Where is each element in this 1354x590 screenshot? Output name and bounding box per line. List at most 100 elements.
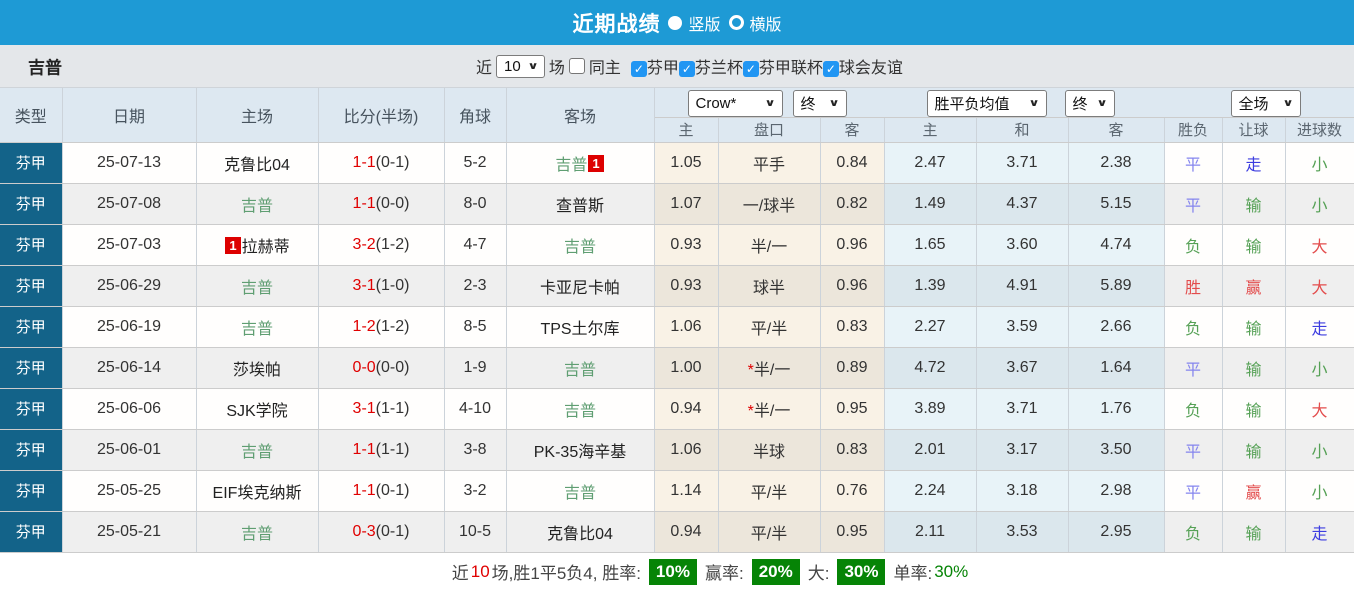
team-label: 吉普: [240, 320, 273, 338]
panel-title: 近期战绩: [572, 12, 661, 36]
cell-away-team: 吉普: [506, 470, 655, 512]
odds-time-select[interactable]: 终 ∨: [792, 90, 847, 116]
cell-date: 25-05-21: [62, 511, 197, 553]
subheader-result: 胜负: [1164, 117, 1223, 143]
cell-goals-result: 小: [1285, 470, 1354, 512]
team-label: 卡亚尼卡帕: [539, 279, 620, 297]
cell-date: 25-07-08: [62, 183, 197, 225]
cell-odds-away: 0.83: [820, 429, 885, 471]
cell-away-team: 克鲁比04: [506, 511, 655, 553]
halftime-score: (1-2): [375, 317, 410, 335]
subheader-avg-draw: 和: [976, 117, 1069, 143]
cell-avg-draw: 3.60: [976, 224, 1069, 266]
cell-score: 1-2(1-2): [318, 306, 445, 348]
radio-selected-icon[interactable]: [668, 15, 683, 30]
cell-odds-away: 0.96: [820, 265, 885, 307]
cell-odds-away: 0.95: [820, 388, 885, 430]
fulltime-score: 3-1: [352, 399, 376, 417]
halftime-score: (1-2): [375, 235, 410, 253]
percentage-badge: 30%: [837, 558, 886, 585]
layout-radio-vertical[interactable]: 竖版: [668, 11, 721, 35]
avg-odds-select[interactable]: 胜平负均值 ∨: [926, 90, 1047, 116]
table-row: 芬甲 25-07-03 1 拉赫蒂 3-2(1-2) 4-7 吉普 0.93 半/一 0.96 1.…: [0, 224, 1354, 266]
team-label: 拉赫蒂: [241, 238, 290, 256]
cell-goals-result: 大: [1285, 388, 1354, 430]
team-label: TPS土尔库: [540, 320, 620, 338]
summary-text: 近: [451, 564, 469, 583]
summary-text: 场,胜1平5负4, 胜率:: [491, 564, 641, 583]
cell-handicap-result: 输: [1222, 306, 1286, 348]
cell-date: 25-06-29: [62, 265, 197, 307]
cell-avg-win: 3.89: [884, 388, 977, 430]
games-label: 场: [548, 60, 565, 77]
cell-corners: 3-8: [444, 429, 507, 471]
cell-handicap-result: 走: [1222, 142, 1286, 184]
cell-goals-result: 大: [1285, 224, 1354, 266]
cell-away-team: 吉普: [506, 388, 655, 430]
cell-result: 平: [1164, 470, 1223, 512]
cell-odds-home: 1.00: [654, 347, 719, 389]
team-label: 克鲁比04: [547, 525, 613, 543]
star-mark: *: [747, 361, 754, 379]
cell-goals-result: 小: [1285, 183, 1354, 225]
near-label: 近: [476, 60, 493, 77]
table-row: 芬甲 25-05-21 吉普 0-3(0-1) 10-5 克鲁比04 0.94 平/半 0.95…: [0, 511, 1354, 553]
chevron-down-icon: ∨: [1096, 98, 1109, 109]
cell-goals-result: 走: [1285, 511, 1354, 553]
halftime-score: (0-1): [375, 522, 410, 540]
team-label: 克鲁比04: [224, 156, 290, 174]
cell-avg-draw: 3.53: [976, 511, 1069, 553]
cell-result: 负: [1164, 224, 1223, 266]
cell-date: 25-07-13: [62, 142, 197, 184]
bookmaker-select[interactable]: Crow* ∨: [687, 90, 783, 116]
layout-radio-horizontal[interactable]: 横版: [728, 11, 782, 35]
radio-unselected-icon[interactable]: [728, 15, 744, 30]
cell-odds-away: 0.82: [820, 183, 885, 225]
header-selects-cell: Crow* ∨ 终 ∨ 胜平负均值 ∨ 终 ∨ 全场 ∨: [654, 88, 1354, 118]
cell-avg-draw: 3.71: [976, 142, 1069, 184]
cell-handicap-result: 输: [1222, 511, 1286, 553]
cell-avg-win: 2.11: [884, 511, 977, 553]
cell-corners: 5-2: [444, 142, 507, 184]
cell-handicap-result: 输: [1222, 183, 1286, 225]
table-row: 芬甲 25-06-01 吉普 1-1(1-1) 3-8 PK-35海辛基 1.06 半球 0.8…: [0, 429, 1354, 471]
fulltime-score: 1-2: [352, 317, 376, 335]
cell-avg-win: 2.24: [884, 470, 977, 512]
cell-score: 1-1(1-1): [318, 429, 445, 471]
cell-handicap-result: 赢: [1222, 470, 1286, 512]
avg-time-select[interactable]: 终 ∨: [1064, 90, 1115, 116]
league-checkbox[interactable]: ✓: [630, 61, 647, 77]
chevron-down-icon: ∨: [527, 60, 539, 72]
table-header-row: 类型 日期 主场 比分(半场) 角球 客场 Crow* ∨ 终 ∨ 胜平负均值 ∨: [0, 88, 1354, 143]
summary-footer: 近 10 场,胜1平5负4, 胜率: 10% 赢率: 20% 大: 30% 单率: 30%: [0, 552, 1354, 590]
table-row: 芬甲 25-07-13 克鲁比04 1-1(0-1) 5-2 吉普 1 1.05 平手 0.84 2…: [0, 142, 1354, 184]
league-checkbox[interactable]: ✓: [822, 61, 839, 77]
table-row: 芬甲 25-05-25 EIF埃克纳斯 1-1(0-1) 3-2 吉普 1.14 平/半 0.7…: [0, 470, 1354, 512]
same-home-checkbox[interactable]: [568, 58, 585, 74]
cell-avg-win: 2.01: [884, 429, 977, 471]
league-checkbox[interactable]: ✓: [742, 61, 759, 77]
cell-odds-home: 0.94: [654, 388, 719, 430]
percentage-badge: 20%: [751, 558, 800, 585]
league-checkbox[interactable]: ✓: [678, 61, 695, 77]
cell-score: 1-1(0-1): [318, 142, 445, 184]
cell-odds-away: 0.83: [820, 306, 885, 348]
halftime-score: (0-1): [375, 481, 410, 499]
league-label: 芬甲联杯: [758, 60, 823, 77]
table-row: 芬甲 25-06-06 SJK学院 3-1(1-1) 4-10 吉普 0.94 *半/一 0.9…: [0, 388, 1354, 430]
cell-avg-lose: 5.15: [1068, 183, 1165, 225]
cell-away-team: 吉普: [506, 347, 655, 389]
cell-league: 芬甲: [0, 429, 63, 471]
cell-handicap: *半/一: [718, 388, 821, 430]
summary-text: 10: [470, 561, 490, 581]
cell-league: 芬甲: [0, 183, 63, 225]
match-count-select[interactable]: 10 ∨: [496, 54, 545, 78]
cell-avg-win: 1.65: [884, 224, 977, 266]
summary-text: 赢率:: [704, 564, 744, 583]
fulltime-score: 0-0: [352, 358, 376, 376]
cell-corners: 2-3: [444, 265, 507, 307]
table-row: 芬甲 25-06-29 吉普 3-1(1-0) 2-3 卡亚尼卡帕 0.93 球半 0.96 1.…: [0, 265, 1354, 307]
cell-odds-away: 0.95: [820, 511, 885, 553]
scope-select[interactable]: 全场 ∨: [1230, 90, 1301, 116]
cell-avg-draw: 3.59: [976, 306, 1069, 348]
